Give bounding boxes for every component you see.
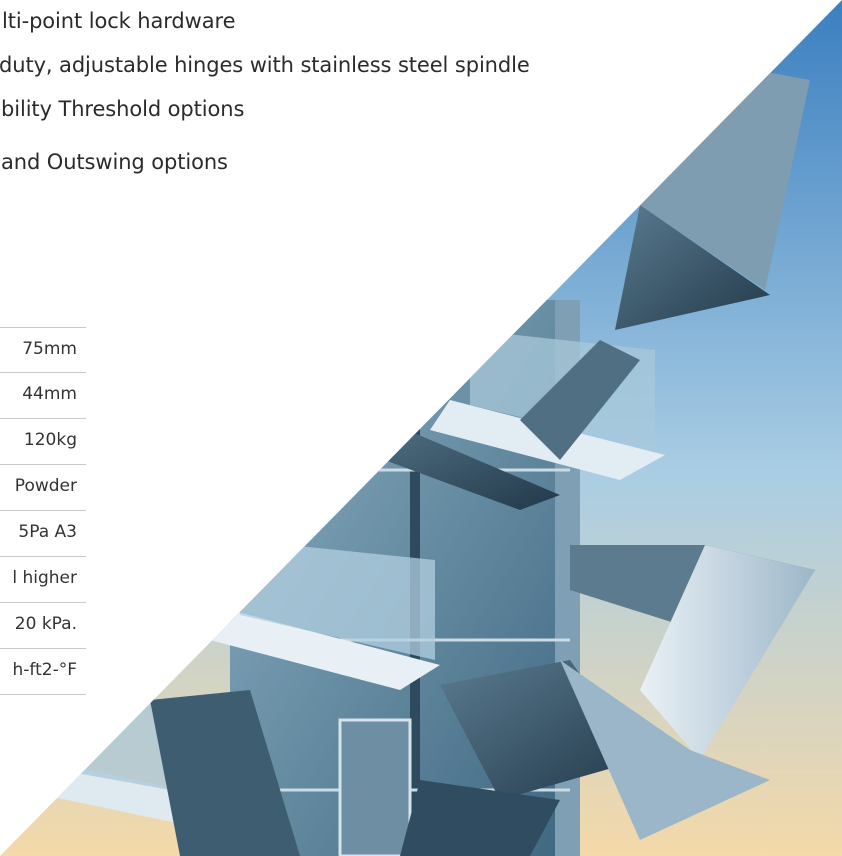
feature-item: lti-point lock hardware bbox=[2, 9, 236, 33]
feature-item: bility Threshold options bbox=[1, 97, 245, 121]
feature-item: and Outswing options bbox=[1, 150, 228, 174]
spec-row: 5Pa A3 bbox=[0, 511, 86, 557]
spec-row: 75mm bbox=[0, 327, 86, 373]
spec-value: l higher bbox=[12, 568, 77, 588]
spec-value: 75mm bbox=[22, 339, 77, 359]
spec-row: 44mm bbox=[0, 373, 86, 419]
spec-value: 120kg bbox=[23, 430, 77, 450]
spec-row: l higher bbox=[0, 557, 86, 603]
spec-value: h-ft2-°F bbox=[12, 660, 78, 680]
spec-row: h-ft2-°F bbox=[0, 649, 86, 695]
spec-value: Powder bbox=[14, 476, 77, 496]
spec-value: 20 kPa. bbox=[14, 614, 77, 634]
spec-table: 75mm 44mm 120kg Powder 5Pa A3 l higher 2… bbox=[0, 327, 86, 695]
feature-item: duty, adjustable hinges with stainless s… bbox=[0, 53, 530, 77]
spec-row: 120kg bbox=[0, 419, 86, 465]
spec-value: 5Pa A3 bbox=[18, 522, 77, 542]
spec-value: 44mm bbox=[22, 384, 77, 404]
spec-row: 20 kPa. bbox=[0, 603, 86, 649]
spec-row: Powder bbox=[0, 465, 86, 511]
